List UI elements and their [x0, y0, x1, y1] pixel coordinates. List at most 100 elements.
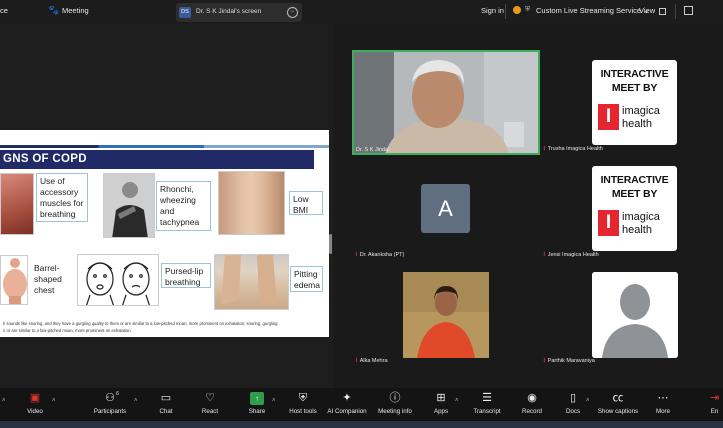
react-button[interactable]: ♡ React: [194, 388, 226, 421]
apps-icon: ⊞: [436, 392, 446, 404]
shared-screen: GNS OF COPD Use of accessory muscles for…: [0, 24, 333, 388]
view-label: View: [639, 6, 656, 15]
react-label: React: [201, 408, 219, 415]
label-pursed-lip: Pursed-lip breathing: [161, 263, 211, 288]
pitting-edema-photo: [214, 254, 289, 310]
apps-button[interactable]: ⊞ Apps: [428, 388, 454, 421]
meeting-controls-bar: ˄ ▣ Video ˄ ⚇ 6 Participants ˄ ▭ Chat ♡ …: [0, 388, 723, 421]
barrel-chest-drawing: [3, 258, 27, 304]
apps-label: Apps: [433, 408, 449, 415]
barrel-chest-photo: [0, 255, 28, 305]
avatar-akanksha[interactable]: A: [421, 184, 470, 233]
mic-muted-icon: ⌇: [355, 358, 358, 364]
default-profile-icon: [592, 272, 678, 358]
label-accessory-muscles: Use of accessory muscles for breathing: [36, 173, 88, 222]
transcript-button[interactable]: ☰ Transcript: [470, 388, 504, 421]
participants-count: 6: [116, 391, 120, 397]
name-tag-alka: ⌇ Alka Mehra: [355, 358, 388, 364]
name-tag-akanksha: ⌇ Dr. Akanksha (PT): [355, 252, 404, 258]
label-low-bmi: Low BMI: [289, 191, 323, 215]
docs-button[interactable]: ▯ Docs: [561, 388, 585, 421]
shield-icon: ⛨: [525, 6, 531, 13]
participants-button[interactable]: ⚇ 6 Participants: [88, 388, 132, 421]
share-arrow-icon: ↑: [250, 392, 264, 405]
video-tile-alka[interactable]: [403, 272, 489, 358]
mic-muted-icon: ⌇: [543, 358, 546, 364]
logo-line-1: INTERACTIVE: [600, 174, 669, 186]
more-button[interactable]: ⋯ More: [650, 388, 676, 421]
logo-line-2: MEET BY: [611, 188, 658, 200]
video-tile-jindal[interactable]: Dr. S K Jindal: [352, 50, 540, 155]
leave-icon: ⇥: [709, 392, 720, 404]
alka-video-frame: [403, 272, 489, 358]
slide-footnote-2: n or are similar to a low-pitched moan, …: [3, 328, 132, 333]
host-tools-label: Host tools: [289, 408, 317, 415]
mic-muted-icon: ⌇: [355, 252, 358, 258]
meeting-info-label: Meeting info: [378, 408, 412, 415]
pursed-lip-sketch: [77, 254, 159, 306]
chat-button[interactable]: ▭ Chat: [152, 388, 180, 421]
share-button[interactable]: ↑ Share: [242, 388, 272, 421]
record-icon: ◉: [527, 392, 537, 404]
split-view-handle[interactable]: [329, 234, 332, 254]
presentation-slide: GNS OF COPD Use of accessory muscles for…: [0, 130, 329, 337]
chevron-up-icon[interactable]: ˄: [134, 398, 138, 404]
chevron-up-icon[interactable]: ˄: [586, 398, 590, 404]
live-streaming-menu[interactable]: Custom Live Streaming Service ⌄: [536, 6, 649, 15]
screen-share-tab[interactable]: DS Dr. S K Jindal's screen −: [176, 3, 302, 22]
view-menu[interactable]: View: [639, 6, 667, 15]
mic-muted-icon: ⌇: [543, 252, 546, 258]
video-tile-trusha[interactable]: INTERACTIVE MEET BY I imagica health: [592, 60, 677, 145]
sign-in-link[interactable]: Sign in: [481, 6, 504, 15]
share-options-icon[interactable]: −: [287, 7, 298, 18]
divider: [675, 4, 676, 19]
chevron-up-icon[interactable]: ˄: [52, 398, 56, 404]
show-captions-button[interactable]: ㏄ Show captions: [596, 388, 640, 421]
logo-brand-1: imagica: [622, 105, 660, 117]
window-restore-icon[interactable]: [684, 6, 693, 15]
speaker-video-frame: [354, 52, 538, 153]
app-name-fragment: ce: [0, 6, 8, 15]
logo-line-1: INTERACTIVE: [600, 68, 669, 80]
sparkle-icon: ✦: [342, 392, 352, 404]
video-tile-jensi[interactable]: INTERACTIVE MEET BY I imagica health: [592, 166, 677, 251]
record-button[interactable]: ◉ Record: [518, 388, 546, 421]
chevron-up-icon[interactable]: ˄: [272, 398, 276, 404]
name-parthik: Parthik Maravaniya: [547, 358, 595, 364]
name-akanksha: Dr. Akanksha (PT): [359, 252, 405, 258]
captions-icon: ㏄: [612, 392, 624, 404]
end-button[interactable]: ⇥ En: [706, 388, 723, 421]
presenter-badge: DS: [179, 7, 191, 18]
host-tools-button[interactable]: ⛨ Host tools: [284, 388, 322, 421]
name-jensi: Jensi Imagica Health: [547, 252, 599, 258]
meeting-tab[interactable]: Meeting: [62, 6, 89, 15]
video-tile-parthik[interactable]: [592, 272, 678, 358]
meeting-info-button[interactable]: ⓘ Meeting info: [374, 388, 416, 421]
low-bmi-photo: [218, 171, 285, 235]
share-label: Share: [248, 408, 266, 415]
imagica-logo-mark: I: [598, 104, 619, 130]
label-rhonchi: Rhonchi, wheezing and tachypnea: [156, 181, 211, 231]
label-pitting-edema: Pitting edema: [290, 266, 323, 292]
ai-companion-button[interactable]: ✦ AI Companion: [324, 388, 370, 421]
wheezing-patient-photo: [103, 173, 155, 238]
screen-share-label: Dr. S K Jindal's screen: [196, 8, 262, 15]
participants-icon: ⚇: [105, 392, 115, 404]
end-label: En: [710, 408, 719, 415]
name-tag-parthik: ⌇ Parthik Maravaniya: [543, 358, 595, 364]
divider: [505, 4, 506, 19]
legs-drawing: [221, 255, 277, 305]
logo-brand-2: health: [622, 118, 652, 130]
name-alka: Alka Mehra: [359, 358, 388, 364]
name-trusha: Trusha Imagica Health: [547, 146, 603, 152]
video-button[interactable]: ▣ Video: [18, 388, 52, 421]
chevron-up-icon[interactable]: ˄: [455, 398, 459, 404]
logo-brand-2: health: [622, 224, 652, 236]
record-label: Record: [522, 408, 542, 415]
label-barrel-chest: Barrel-shaped chest: [30, 260, 73, 297]
chevron-up-icon[interactable]: ˄: [2, 398, 6, 404]
name-tag-jensi: ⌇ Jensi Imagica Health: [543, 252, 599, 258]
participants-label: Participants: [93, 408, 127, 415]
live-stream-icon: [513, 6, 521, 14]
video-off-icon: ▣: [29, 392, 41, 404]
